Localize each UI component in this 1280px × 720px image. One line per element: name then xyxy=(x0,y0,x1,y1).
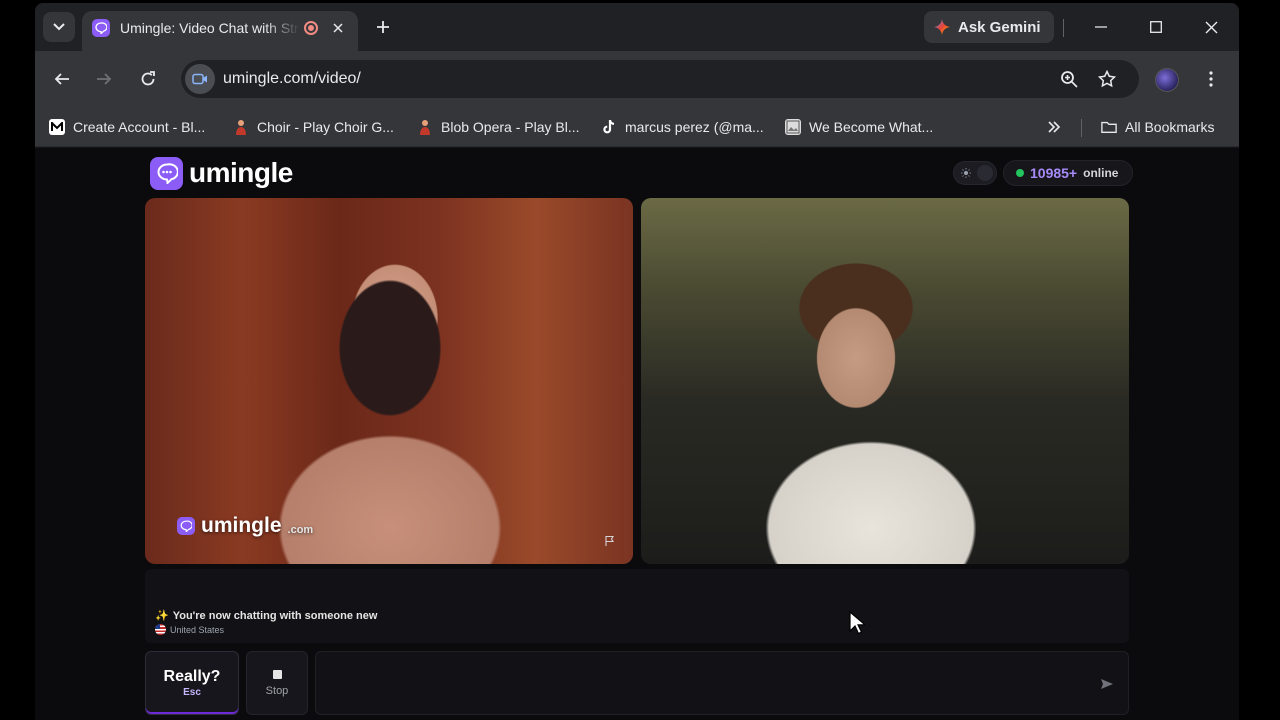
folder-icon xyxy=(1101,119,1117,135)
self-video xyxy=(641,198,1129,564)
url-text: umingle.com/video/ xyxy=(223,70,361,87)
logo-text: umingle xyxy=(189,157,293,188)
forward-button[interactable] xyxy=(89,64,119,94)
toggle-knob xyxy=(977,165,993,181)
report-flag-button[interactable] xyxy=(603,534,617,548)
ask-gemini-label: Ask Gemini xyxy=(958,18,1041,36)
watermark-suffix: .com xyxy=(287,523,314,536)
close-icon xyxy=(333,23,343,33)
bookmark-label: Blob Opera - Play Bl... xyxy=(441,119,580,135)
chat-bubble-icon xyxy=(177,517,195,535)
divider xyxy=(1081,119,1082,137)
all-bookmarks-label: All Bookmarks xyxy=(1125,119,1215,135)
bookmark-item[interactable]: Blob Opera - Play Bl... xyxy=(417,117,580,137)
umingle-favicon-icon xyxy=(92,19,110,37)
message-input[interactable] xyxy=(315,651,1129,715)
video-camera-icon xyxy=(192,73,207,85)
plus-icon xyxy=(377,21,389,33)
mouse-cursor-icon xyxy=(849,611,865,635)
watermark-brand: umingle xyxy=(201,514,282,537)
maximize-button[interactable] xyxy=(1138,13,1174,41)
game-icon xyxy=(417,119,433,135)
system-message: ✨ You're now chatting with someone new xyxy=(155,609,378,623)
bookmark-label: Create Account - Bl... xyxy=(73,119,206,135)
bookmarks-bar: Create Account - Bl... Choir - Play Choi… xyxy=(35,107,1239,147)
minimize-button[interactable] xyxy=(1083,13,1119,41)
page-content: umingle 10985+ online umingle .com ✨ You… xyxy=(35,148,1239,720)
tab-strip: Umingle: Video Chat with Strangers Ask G… xyxy=(35,3,1239,51)
sparkle-icon: ✨ xyxy=(155,610,169,622)
sun-icon xyxy=(958,165,974,181)
image-icon xyxy=(785,119,801,135)
site-info-button[interactable] xyxy=(185,64,215,94)
bookmark-item[interactable]: Create Account - Bl... xyxy=(49,117,205,137)
skip-button[interactable]: Really? Esc xyxy=(145,651,239,715)
more-bookmarks-button[interactable] xyxy=(1043,117,1065,137)
arrow-right-icon xyxy=(97,73,112,85)
online-count-badge: 10985+ online xyxy=(1003,160,1133,186)
new-tab-button[interactable] xyxy=(369,13,397,41)
send-icon xyxy=(1101,679,1113,689)
bookmark-star-button[interactable] xyxy=(1095,67,1119,91)
close-icon xyxy=(1205,21,1217,33)
bookmark-item[interactable]: Choir - Play Choir G... xyxy=(233,117,394,137)
more-vertical-icon xyxy=(1209,71,1213,87)
reload-button[interactable] xyxy=(133,64,163,94)
online-label: online xyxy=(1083,166,1119,180)
site-m-icon xyxy=(49,119,65,135)
browser-toolbar: umingle.com/video/ xyxy=(35,51,1239,107)
chat-log: ✨ You're now chatting with someone new U… xyxy=(145,569,1129,643)
window-close-button[interactable] xyxy=(1193,13,1229,41)
bookmark-item[interactable]: marcus perez (@ma... xyxy=(601,117,764,137)
browser-window: Umingle: Video Chat with Strangers Ask G… xyxy=(35,3,1239,720)
reload-icon xyxy=(141,71,155,86)
double-chevron-right-icon xyxy=(1048,121,1061,133)
zoom-icon xyxy=(1061,71,1078,88)
stop-button[interactable]: Stop xyxy=(246,651,308,715)
recording-indicator-icon xyxy=(304,21,318,35)
chat-bubble-icon xyxy=(150,156,183,190)
stop-button-label: Stop xyxy=(265,684,289,697)
browser-menu-button[interactable] xyxy=(1199,65,1223,93)
theme-toggle[interactable] xyxy=(953,161,997,185)
stranger-country: United States xyxy=(155,624,224,635)
chevron-down-icon xyxy=(53,23,65,31)
skip-button-label: Really? xyxy=(163,668,221,685)
stop-icon xyxy=(272,669,282,679)
tab-umingle[interactable]: Umingle: Video Chat with Strangers xyxy=(82,11,358,51)
minimize-icon xyxy=(1095,26,1107,28)
us-flag-icon xyxy=(155,624,166,635)
maximize-icon xyxy=(1150,21,1162,33)
country-text: United States xyxy=(170,624,225,635)
flag-icon xyxy=(605,535,614,546)
bookmark-label: marcus perez (@ma... xyxy=(625,119,764,135)
online-count: 10985+ xyxy=(1030,165,1078,181)
back-button[interactable] xyxy=(47,64,77,94)
system-message-text: You're now chatting with someone new xyxy=(172,609,378,622)
send-button[interactable] xyxy=(1097,674,1117,694)
tiktok-icon xyxy=(601,119,617,135)
game-icon xyxy=(233,119,249,135)
stranger-video: umingle .com xyxy=(145,198,633,564)
bookmark-label: Choir - Play Choir G... xyxy=(257,119,394,135)
profile-avatar[interactable] xyxy=(1155,68,1179,92)
star-icon xyxy=(1098,70,1116,88)
tab-search-button[interactable] xyxy=(43,12,75,42)
bookmark-item[interactable]: We Become What... xyxy=(785,117,933,137)
gemini-sparkle-icon xyxy=(934,19,950,35)
zoom-button[interactable] xyxy=(1057,67,1081,91)
bookmark-label: We Become What... xyxy=(809,119,934,135)
divider xyxy=(1063,19,1064,37)
ask-gemini-button[interactable]: Ask Gemini xyxy=(924,11,1054,43)
online-status-dot xyxy=(1016,169,1024,177)
site-logo[interactable]: umingle xyxy=(150,156,293,190)
skip-shortcut-label: Esc xyxy=(183,687,201,698)
umingle-watermark: umingle .com xyxy=(177,514,313,538)
arrow-left-icon xyxy=(54,73,69,85)
tab-title: Umingle: Video Chat with Strangers xyxy=(120,20,300,36)
all-bookmarks-button[interactable]: All Bookmarks xyxy=(1101,117,1214,137)
tab-close-button[interactable] xyxy=(328,18,348,38)
address-bar[interactable]: umingle.com/video/ xyxy=(181,60,1139,98)
